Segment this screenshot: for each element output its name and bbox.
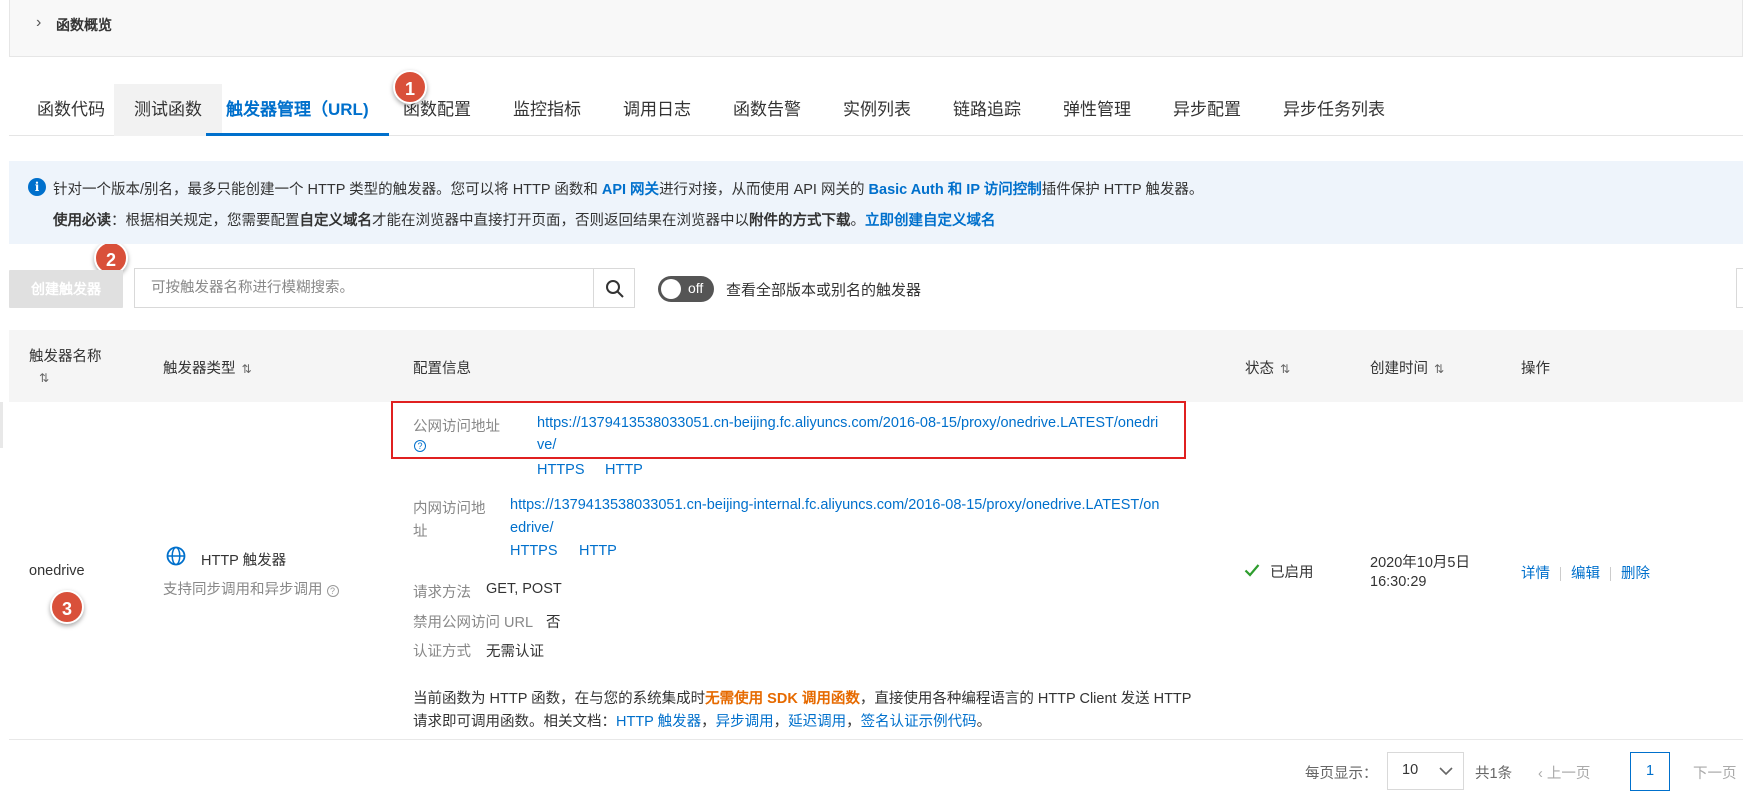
header-status[interactable]: 状态⇅ <box>1245 357 1290 378</box>
row-operations: 详情 编辑 删除 <box>1521 562 1650 583</box>
public-url-label: 公网访问地址 <box>413 415 500 436</box>
doc-async-link[interactable]: 异步调用 <box>716 714 774 730</box>
all-versions-toggle[interactable]: off <box>658 276 714 302</box>
table-header: 触发器名称 ⇅ 触发器类型⇅ 配置信息 状态⇅ 创建时间⇅ 操作 <box>9 330 1743 402</box>
header-config-info: 配置信息 <box>413 357 471 378</box>
tab-trigger-management[interactable]: 触发器管理（URL) <box>206 84 389 136</box>
overview-title: 函数概览 <box>56 15 112 35</box>
tab-elastic-management[interactable]: 弹性管理 <box>1043 84 1151 136</box>
sort-icon[interactable]: ⇅ <box>1434 362 1444 376</box>
internal-url-link[interactable]: https://1379413538033051.cn-beijing-inte… <box>510 497 1159 513</box>
public-http-link[interactable]: HTTP <box>605 462 643 478</box>
created-date: 2020年10月5日 <box>1370 551 1470 572</box>
tab-invocation-logs[interactable]: 调用日志 <box>603 84 711 136</box>
search-input[interactable] <box>135 269 593 307</box>
edit-link[interactable]: 编辑 <box>1571 566 1600 582</box>
total-count: 共1条 <box>1475 762 1512 783</box>
http-function-desc-2: 请求即可调用函数。相关文档：HTTP 触发器，异步调用，延迟调用，签名认证示例代… <box>413 710 991 731</box>
page-1-button[interactable]: 1 <box>1630 752 1670 791</box>
help-icon[interactable]: ? <box>327 585 339 597</box>
toggle-knob <box>661 279 681 299</box>
tab-function-code[interactable]: 函数代码 <box>17 84 125 136</box>
function-overview-bar[interactable]: › 函数概览 <box>9 0 1743 57</box>
tab-async-task-list[interactable]: 异步任务列表 <box>1263 84 1405 136</box>
tab-function-alerts[interactable]: 函数告警 <box>713 84 821 136</box>
internal-http-link[interactable]: HTTP <box>579 543 617 559</box>
public-url-link-cont[interactable]: ve/ <box>537 437 556 453</box>
method-value: GET, POST <box>486 581 562 597</box>
internal-url-label: 内网访问地 <box>413 497 486 518</box>
trigger-name: onedrive <box>29 563 85 579</box>
status-text: 已启用 <box>1270 561 1314 582</box>
globe-icon <box>166 546 186 566</box>
detail-link[interactable]: 详情 <box>1521 566 1550 582</box>
next-page-button[interactable]: 下一页 <box>1693 762 1737 783</box>
annotation-badge-1: 1 <box>393 70 427 104</box>
internal-https-link[interactable]: HTTPS <box>510 543 558 559</box>
sort-icon[interactable]: ⇅ <box>242 362 252 376</box>
row-divider <box>9 739 1743 740</box>
notice-line-1: 针对一个版本/别名，最多只能创建一个 HTTP 类型的触发器。您可以将 HTTP… <box>53 178 1203 199</box>
doc-delay-link[interactable]: 延迟调用 <box>788 714 846 730</box>
per-page-select[interactable]: 10 <box>1387 752 1464 790</box>
public-url-link[interactable]: https://1379413538033051.cn-beijing.fc.a… <box>537 415 1158 431</box>
sort-icon[interactable]: ⇅ <box>1280 362 1290 376</box>
row-indicator <box>0 402 3 448</box>
search-icon <box>605 279 625 299</box>
header-created-time[interactable]: 创建时间⇅ <box>1370 357 1444 378</box>
auth-value: 无需认证 <box>486 640 544 661</box>
annotation-badge-3: 3 <box>50 590 84 624</box>
http-function-desc-1: 当前函数为 HTTP 函数，在与您的系统集成时无需使用 SDK 调用函数，直接使… <box>413 687 1191 708</box>
disable-public-label: 禁用公网访问 URL <box>413 611 533 632</box>
api-gateway-link[interactable]: API 网关 <box>602 182 659 198</box>
header-trigger-name[interactable]: 触发器名称 <box>29 345 102 366</box>
partial-control[interactable] <box>1736 268 1743 308</box>
method-label: 请求方法 <box>413 581 471 602</box>
tab-tracing[interactable]: 链路追踪 <box>933 84 1041 136</box>
toggle-label: 查看全部版本或别名的触发器 <box>726 279 921 300</box>
internal-url-link-cont[interactable]: edrive/ <box>510 520 554 536</box>
trigger-type-desc: 支持同步调用和异步调用 ? <box>163 578 339 599</box>
help-icon[interactable]: ? <box>414 440 426 452</box>
per-page-label: 每页显示： <box>1305 762 1378 783</box>
check-icon <box>1244 563 1260 577</box>
create-trigger-button[interactable]: 创建触发器 <box>9 270 123 308</box>
chevron-right-icon[interactable]: › <box>36 14 41 32</box>
doc-http-trigger-link[interactable]: HTTP 触发器 <box>616 714 701 730</box>
tab-instance-list[interactable]: 实例列表 <box>823 84 931 136</box>
tab-bar: 函数代码 测试函数 触发器管理（URL) 函数配置 监控指标 调用日志 函数告警… <box>9 84 1743 136</box>
notice-line-2: 使用必读：根据相关规定，您需要配置自定义域名才能在浏览器中直接打开页面，否则返回… <box>53 209 996 230</box>
tab-async-config[interactable]: 异步配置 <box>1153 84 1261 136</box>
public-https-link[interactable]: HTTPS <box>537 462 585 478</box>
chevron-left-icon: ‹ <box>1538 766 1543 782</box>
create-custom-domain-link[interactable]: 立即创建自定义域名 <box>865 213 996 229</box>
chevron-down-icon <box>1438 765 1454 777</box>
info-notice: i 针对一个版本/别名，最多只能创建一个 HTTP 类型的触发器。您可以将 HT… <box>9 161 1743 244</box>
tab-monitoring-metrics[interactable]: 监控指标 <box>493 84 601 136</box>
doc-sign-link[interactable]: 签名认证示例代码 <box>861 714 977 730</box>
header-trigger-type[interactable]: 触发器类型⇅ <box>163 357 252 378</box>
info-icon: i <box>28 178 46 196</box>
search-button[interactable] <box>594 268 635 308</box>
prev-page-button[interactable]: ‹ 上一页 <box>1538 762 1590 783</box>
basic-auth-ip-link[interactable]: Basic Auth 和 IP 访问控制 <box>869 182 1042 198</box>
internal-url-label-cont: 址 <box>413 520 428 541</box>
header-operations: 操作 <box>1521 357 1550 378</box>
created-time: 16:30:29 <box>1370 574 1426 590</box>
sort-icon[interactable]: ⇅ <box>39 370 49 386</box>
trigger-type: HTTP 触发器 <box>201 549 286 570</box>
search-box <box>134 268 594 308</box>
disable-public-value: 否 <box>546 611 561 632</box>
delete-link[interactable]: 删除 <box>1621 566 1650 582</box>
auth-label: 认证方式 <box>413 640 471 661</box>
